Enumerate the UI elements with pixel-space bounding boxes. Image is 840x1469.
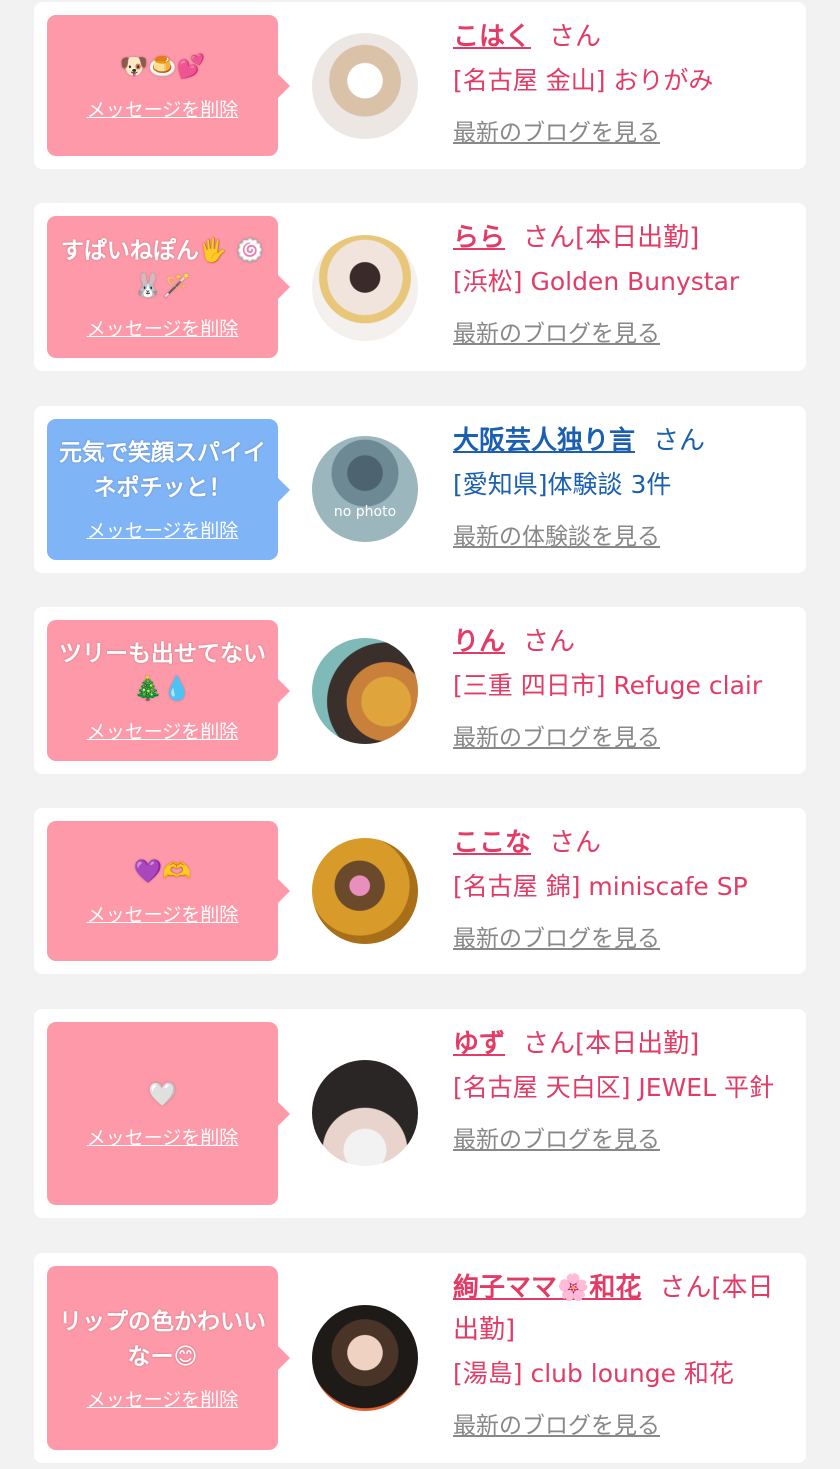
latest-blog-link[interactable]: 最新のブログを見る [453,919,660,953]
san-suffix: さん [653,426,706,456]
delete-message-link[interactable]: メッセージを削除 [87,717,239,744]
message-card: すぱいねぽん🖐 🍥🐰🪄 メッセージを削除 らら さん[本日出勤] [浜松] Gol… [34,203,806,371]
avatar[interactable] [312,638,418,744]
shop-label: [愛知県]体験談 3件 [453,470,672,499]
avatar[interactable] [312,1305,418,1411]
status-badge: [本日出勤] [575,223,700,253]
delete-message-link[interactable]: メッセージを削除 [87,314,239,341]
message-bubble: 💜🫶 メッセージを削除 [47,821,290,961]
avatar[interactable] [312,235,418,341]
shop-label: [三重 四日市] Refuge clair [453,671,763,700]
san-suffix: さん [549,22,602,52]
message-bubble: 元気で笑顔スパイイネポチッと！ メッセージを削除 [47,419,290,560]
latest-blog-link[interactable]: 最新のブログを見る [453,1406,660,1440]
user-name-link[interactable]: らら [453,223,505,253]
san-suffix: さん [523,627,576,657]
delete-message-link[interactable]: メッセージを削除 [87,1385,239,1412]
shop-label: [名古屋 錦] miniscafe SP [453,872,748,901]
shop-label: [名古屋 天白区] JEWEL 平針 [453,1073,774,1102]
user-name-link[interactable]: 大阪芸人独り言 [453,426,635,456]
message-text: 🐶🍮💕 [119,53,206,80]
san-suffix: さん [549,828,602,858]
message-bubble: リップの色かわいいなー😊 メッセージを削除 [47,1266,290,1450]
user-name-link[interactable]: こはく [453,22,531,52]
message-text: リップの色かわいいなー😊 [59,1308,266,1370]
no-photo-label: no photo [333,504,397,520]
message-text: 🤍 [148,1081,177,1108]
delete-message-link[interactable]: メッセージを削除 [87,900,239,927]
message-bubble: すぱいねぽん🖐 🍥🐰🪄 メッセージを削除 [47,216,290,358]
message-card: 元気で笑顔スパイイネポチッと！ メッセージを削除 no photo 大阪芸人独り… [34,406,806,573]
avatar[interactable]: no photo [312,436,418,542]
latest-blog-link[interactable]: 最新のブログを見る [453,1120,660,1154]
message-card: リップの色かわいいなー😊 メッセージを削除 絢子ママ🌸和花 さん[本日出勤] [湯… [34,1253,806,1463]
user-name-link[interactable]: りん [453,627,505,657]
delete-message-link[interactable]: メッセージを削除 [87,95,239,122]
message-card: 💜🫶 メッセージを削除 ここな さん [名古屋 錦] miniscafe SP 最… [34,808,806,974]
san-suffix: さん [523,1029,576,1059]
latest-blog-link[interactable]: 最新のブログを見る [453,314,660,348]
san-suffix: さん [523,223,576,253]
latest-blog-link[interactable]: 最新のブログを見る [453,113,660,147]
latest-blog-link[interactable]: 最新のブログを見る [453,718,660,752]
shop-label: [湯島] club lounge 和花 [453,1359,734,1388]
message-text: すぱいねぽん🖐 🍥🐰🪄 [60,237,265,299]
shop-label: [浜松] Golden Bunystar [453,267,740,296]
user-name-link[interactable]: 絢子ママ🌸和花 [453,1273,641,1303]
avatar[interactable] [312,1060,418,1166]
message-bubble: 🤍 メッセージを削除 [47,1022,290,1205]
latest-experience-link[interactable]: 最新の体験談を見る [453,517,660,551]
avatar[interactable] [312,33,418,139]
san-suffix: さん [659,1273,712,1303]
message-text: 元気で笑顔スパイイネポチッと！ [59,440,266,501]
message-card: 🐶🍮💕 メッセージを削除 こはく さん [名古屋 金山] おりがみ 最新のブログを… [34,2,806,169]
message-bubble: 🐶🍮💕 メッセージを削除 [47,15,290,156]
message-card: ツリーも出せてない🎄💧 メッセージを削除 りん さん [三重 四日市] Refug… [34,607,806,774]
status-badge: [本日出勤] [575,1029,700,1059]
message-text: 💜🫶 [133,859,192,885]
avatar[interactable] [312,838,418,944]
delete-message-link[interactable]: メッセージを削除 [87,1123,239,1150]
shop-label: [名古屋 金山] おりがみ [453,66,714,95]
message-card: 🤍 メッセージを削除 ゆず さん[本日出勤] [名古屋 天白区] JEWEL 平針… [34,1009,806,1218]
user-name-link[interactable]: ゆず [453,1029,505,1059]
delete-message-link[interactable]: メッセージを削除 [87,516,239,543]
user-name-link[interactable]: ここな [453,828,531,858]
message-bubble: ツリーも出せてない🎄💧 メッセージを削除 [47,620,290,761]
message-text: ツリーも出せてない🎄💧 [59,641,266,702]
